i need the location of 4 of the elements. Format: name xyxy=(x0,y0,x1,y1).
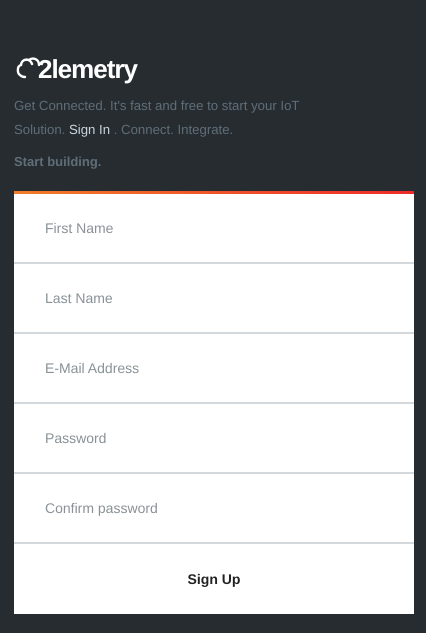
tagline: Start building. xyxy=(14,154,102,169)
intro-text: Get Connected. It's fast and free to start your IoT Solution. Sign In . Connect. Integrate. xyxy=(14,97,300,139)
logo-text: 2lemetry xyxy=(38,54,137,84)
sign-in-link[interactable]: Sign In xyxy=(69,122,110,137)
